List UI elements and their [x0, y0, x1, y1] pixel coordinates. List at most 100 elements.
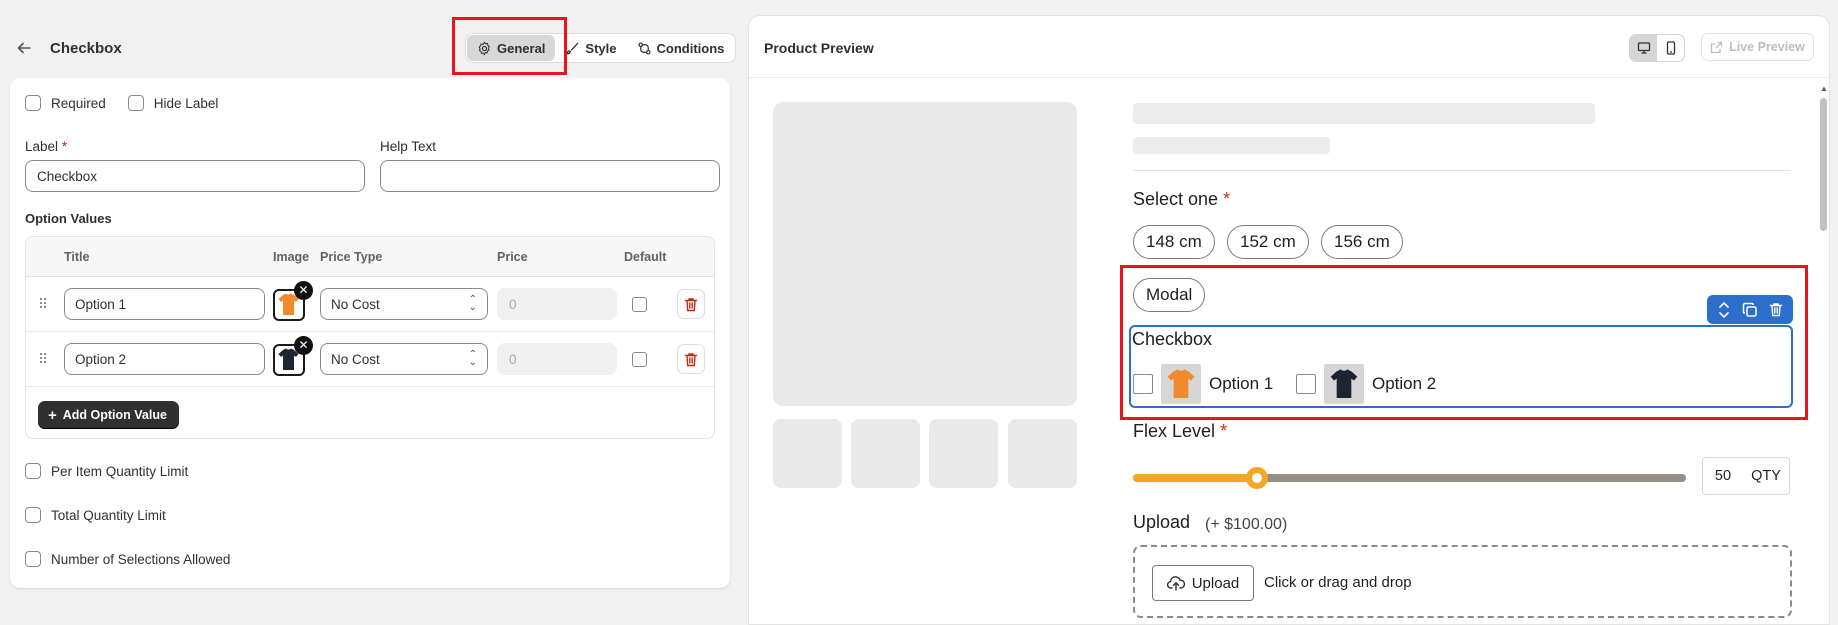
scrollbar-thumb[interactable] [1820, 98, 1827, 231]
tab-conditions[interactable]: Conditions [627, 35, 735, 61]
price-type-select[interactable]: No Cost ⌃ ⌄ [320, 288, 488, 320]
external-link-icon [1710, 41, 1723, 53]
trash-icon [684, 352, 698, 366]
default-checkbox[interactable] [632, 297, 647, 312]
upload-hint: Click or drag and drop [1264, 574, 1412, 591]
option-image-thumb[interactable]: ✕ [273, 336, 313, 376]
col-image: Image [273, 250, 310, 264]
total-limit-box[interactable] [25, 507, 41, 523]
upload-price: (+ $100.00) [1205, 516, 1288, 533]
move-updown-icon[interactable] [1717, 301, 1731, 319]
checkbox-option-2-box[interactable] [1296, 374, 1316, 394]
flex-level-slider[interactable] [1133, 467, 1686, 489]
price-type-value: No Cost [331, 296, 380, 312]
checkbox-option-2[interactable]: Option 2 [1296, 364, 1436, 404]
qty-value: 50 [1714, 468, 1732, 484]
gallery-thumbnail[interactable] [929, 419, 998, 488]
price-input[interactable]: 0 [497, 288, 617, 320]
required-checkbox-box[interactable] [25, 95, 41, 111]
size-option-156[interactable]: 156 cm [1321, 225, 1403, 259]
required-checkbox[interactable]: Required [25, 95, 106, 111]
qty-unit: QTY [1751, 468, 1781, 484]
drag-handle-icon[interactable]: ⠿ [38, 296, 48, 312]
option-values-title: Option Values [25, 211, 112, 226]
option-title-input[interactable]: Option 2 [64, 343, 265, 375]
upload-label: Upload [1133, 512, 1191, 532]
top-checkbox-row: Required Hide Label [25, 95, 230, 111]
slider-handle[interactable] [1246, 467, 1269, 489]
general-settings-card: Required Hide Label Label * Checkbox Hel… [10, 78, 730, 588]
col-price: Price [497, 250, 528, 264]
gallery-thumbnail[interactable] [773, 419, 842, 488]
duplicate-icon[interactable] [1742, 302, 1758, 318]
size-option-148[interactable]: 148 cm [1133, 225, 1215, 259]
col-title: Title [64, 250, 90, 264]
upload-button[interactable]: Upload [1152, 565, 1254, 601]
price-type-value: No Cost [331, 351, 380, 367]
mobile-view-button[interactable] [1657, 35, 1684, 61]
col-price-type: Price Type [320, 250, 383, 264]
required-asterisk: * [1223, 189, 1231, 209]
checkbox-option-1[interactable]: Option 1 [1133, 364, 1273, 404]
total-limit-checkbox[interactable]: Total Quantity Limit [25, 507, 166, 523]
price-type-select[interactable]: No Cost ⌃ ⌄ [320, 343, 488, 375]
selections-allowed-box[interactable] [25, 551, 41, 567]
select-one-label-text: Select one [1133, 189, 1219, 209]
gallery-thumbnail[interactable] [1008, 419, 1077, 488]
preview-scrollbar[interactable]: ▲ [1817, 78, 1829, 624]
help-text-input[interactable] [380, 160, 720, 192]
mobile-icon [1666, 41, 1675, 55]
trash-icon [684, 297, 698, 311]
option-image-thumb[interactable]: ✕ [273, 281, 313, 321]
tshirt-orange-icon [1167, 369, 1195, 398]
label-input[interactable]: Checkbox [25, 160, 365, 192]
qty-input[interactable]: 50 QTY [1702, 457, 1790, 495]
select-chevron-icon: ⌃ ⌄ [468, 349, 477, 368]
slider-fill [1133, 474, 1258, 482]
remove-image-icon[interactable]: ✕ [294, 336, 313, 355]
tab-style-label: Style [585, 40, 617, 56]
drag-handle-icon[interactable]: ⠿ [38, 351, 48, 367]
option-values-table: Title Image Price Type Price Default ⠿ O… [25, 236, 715, 439]
size-option-152[interactable]: 152 cm [1227, 225, 1309, 259]
delete-button[interactable] [677, 344, 705, 374]
flex-level-label: Flex Level * [1133, 421, 1227, 442]
scroll-up-arrow-icon[interactable]: ▲ [1820, 84, 1828, 93]
option-2-image [1324, 364, 1364, 404]
checkbox-option-1-label: Option 1 [1209, 374, 1274, 393]
required-asterisk: * [61, 139, 68, 154]
hide-label-checkbox[interactable]: Hide Label [127, 95, 218, 111]
add-option-value-button[interactable]: + Add Option Value [38, 401, 179, 429]
live-preview-button[interactable]: Live Preview [1701, 33, 1814, 61]
desktop-view-button[interactable] [1630, 35, 1657, 61]
per-item-limit-checkbox[interactable]: Per Item Quantity Limit [25, 463, 188, 479]
gallery-thumbnail[interactable] [851, 419, 920, 488]
product-image-placeholder [773, 102, 1077, 406]
preview-header: Product Preview Live Preview [749, 16, 1829, 78]
desktop-icon [1637, 42, 1650, 54]
required-asterisk: * [1220, 421, 1228, 441]
default-checkbox[interactable] [632, 352, 647, 367]
back-arrow-icon[interactable] [12, 36, 36, 60]
option-1-image [1161, 364, 1201, 404]
table-header: Title Image Price Type Price Default [26, 237, 714, 277]
delete-button[interactable] [677, 289, 705, 319]
table-row: ⠿ Option 2 ✕ No Cost ⌃ ⌄ 0 [26, 332, 714, 387]
per-item-limit-box[interactable] [25, 463, 41, 479]
selections-allowed-label: Number of Selections Allowed [51, 551, 231, 567]
product-preview-panel: Product Preview Live Preview Select one … [748, 15, 1830, 625]
trash-icon[interactable] [1769, 302, 1783, 317]
table-row: ⠿ Option 1 ✕ No Cost ⌃ ⌄ 0 [26, 277, 714, 332]
price-skeleton [1133, 137, 1330, 154]
divider [1133, 170, 1791, 171]
hide-label-checkbox-box[interactable] [127, 95, 144, 111]
select-one-label: Select one * [1133, 189, 1230, 210]
option-title-input[interactable]: Option 1 [64, 288, 265, 320]
selections-allowed-checkbox[interactable]: Number of Selections Allowed [25, 551, 230, 567]
upload-dropzone[interactable]: Upload Click or drag and drop [1133, 545, 1792, 618]
brush-icon [567, 42, 579, 54]
price-input[interactable]: 0 [497, 343, 617, 375]
checkbox-option-1-box[interactable] [1133, 374, 1153, 394]
tshirt-black-icon [1330, 369, 1358, 398]
remove-image-icon[interactable]: ✕ [294, 281, 313, 300]
